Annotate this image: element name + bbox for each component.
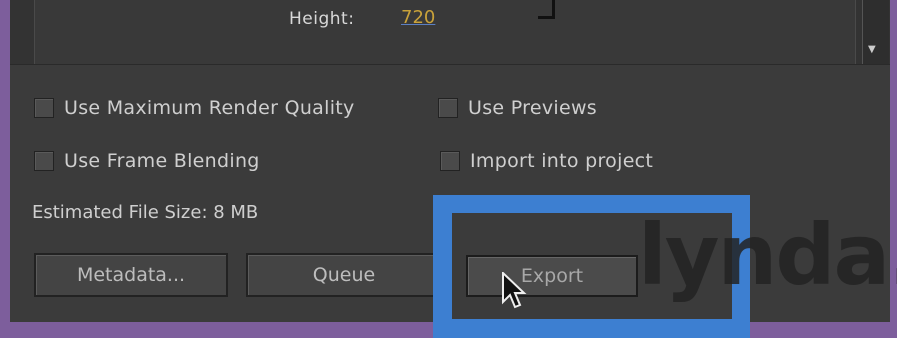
metadata-button[interactable]: Metadata... <box>34 253 228 297</box>
use-previews-label: Use Previews <box>468 97 597 119</box>
max-render-quality-label: Use Maximum Render Quality <box>64 97 355 119</box>
lynda-watermark: lynda. <box>638 206 897 304</box>
max-render-quality-option[interactable]: Use Maximum Render Quality <box>34 97 355 119</box>
queue-button[interactable]: Queue <box>246 253 442 297</box>
height-label: Height: <box>289 9 355 29</box>
link-dimensions-icon[interactable] <box>538 0 555 19</box>
use-previews-option[interactable]: Use Previews <box>438 97 597 119</box>
video-settings-inner: Height: 720 <box>34 0 856 64</box>
scroll-down-arrow-icon[interactable]: ▼ <box>868 44 876 55</box>
max-render-quality-checkbox[interactable] <box>34 98 54 118</box>
height-value[interactable]: 720 <box>401 7 435 28</box>
import-into-project-checkbox[interactable] <box>440 151 460 171</box>
estimated-file-size: Estimated File Size: 8 MB <box>32 202 259 223</box>
use-previews-checkbox[interactable] <box>438 98 458 118</box>
frame-blending-label: Use Frame Blending <box>64 150 260 172</box>
mouse-pointer-icon <box>502 272 527 309</box>
frame-blending-checkbox[interactable] <box>34 151 54 171</box>
import-into-project-label: Import into project <box>470 150 654 172</box>
import-into-project-option[interactable]: Import into project <box>440 150 653 172</box>
frame-blending-option[interactable]: Use Frame Blending <box>34 150 260 172</box>
video-settings-area: Height: 720 ▼ <box>10 0 890 65</box>
export-button[interactable]: Export <box>466 255 638 297</box>
